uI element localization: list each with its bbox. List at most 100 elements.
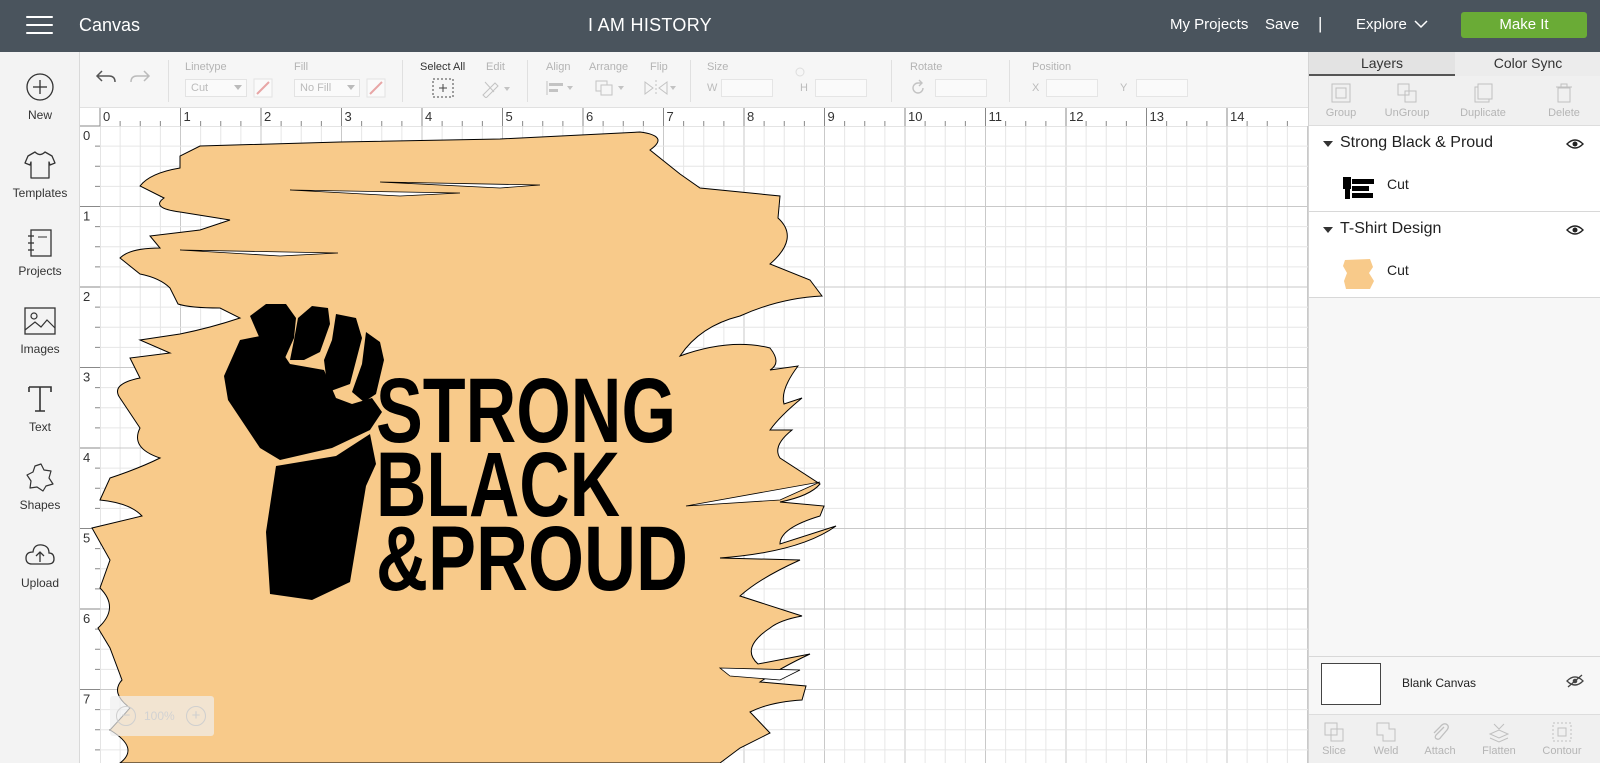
- left-sidebar: New Templates Projects Images Text Shape…: [0, 52, 80, 763]
- width-input[interactable]: [721, 79, 773, 97]
- height-input[interactable]: [815, 79, 867, 97]
- fill-value: No Fill: [300, 82, 332, 94]
- weld-icon: [1376, 722, 1396, 742]
- sidebar-item-shapes[interactable]: Shapes: [0, 462, 80, 534]
- align-icon[interactable]: [545, 79, 575, 97]
- ruler-label-h: 1: [184, 109, 191, 124]
- weld-label: Weld: [1373, 745, 1399, 757]
- zoom-control: − 100% +: [110, 696, 214, 736]
- weld-button[interactable]: Weld: [1369, 721, 1403, 757]
- ruler-label-v: 6: [83, 611, 90, 626]
- linetype-select[interactable]: Cut: [185, 79, 247, 97]
- toolbar-divider: [1009, 60, 1010, 102]
- pos-y-label: Y: [1120, 82, 1128, 94]
- project-title: I AM HISTORY: [588, 15, 712, 35]
- ruler-label-h: 12: [1069, 109, 1083, 124]
- ungroup-button[interactable]: UnGroup: [1383, 82, 1431, 119]
- make-it-button[interactable]: Make It: [1461, 12, 1587, 38]
- ruler-label-v: 1: [83, 209, 90, 224]
- sidebar-label-projects: Projects: [18, 264, 62, 278]
- group-icon: [1331, 83, 1351, 103]
- sidebar-item-images[interactable]: Images: [0, 306, 80, 378]
- app-window: Canvas I AM HISTORY My Projects Save | E…: [0, 0, 1600, 763]
- fill-select[interactable]: No Fill: [294, 79, 360, 97]
- tab-layers[interactable]: Layers: [1309, 52, 1455, 76]
- linetype-label: Linetype: [185, 61, 227, 73]
- delete-label: Delete: [1548, 107, 1580, 119]
- top-separator: |: [1318, 14, 1323, 33]
- bottom-actions: Slice Weld Attach Flatten Contour: [1309, 714, 1600, 763]
- canvas-color-swatch[interactable]: [1321, 663, 1381, 705]
- layer-thumbnail-text[interactable]: [1342, 171, 1376, 205]
- size-w-label: W: [707, 82, 718, 94]
- pos-x-label: X: [1032, 82, 1040, 94]
- y-position-input[interactable]: [1136, 79, 1188, 97]
- sidebar-item-projects[interactable]: Projects: [0, 228, 80, 300]
- layer-thumbnail-brush[interactable]: [1342, 257, 1376, 291]
- ruler-label-h: 14: [1230, 109, 1244, 124]
- notebook-icon: [28, 229, 52, 257]
- design-canvas[interactable]: 0 1 2 3 4 5 6 7 8 9 10 11 12 13 14 0 1 2 3 4 5 6 7 STRONG: [80, 108, 1308, 763]
- linetype-color-swatch-icon[interactable]: [253, 78, 273, 98]
- zoom-out-button[interactable]: −: [116, 706, 136, 726]
- flip-icon[interactable]: [643, 79, 677, 97]
- ruler-label-h: 10: [908, 109, 922, 124]
- sidebar-item-upload[interactable]: Upload: [0, 540, 80, 612]
- ruler-label-h: 4: [425, 109, 432, 124]
- ruler-label-h: 11: [989, 109, 1003, 124]
- undo-icon[interactable]: [94, 68, 118, 86]
- size-label: Size: [707, 61, 729, 73]
- sidebar-item-templates[interactable]: Templates: [0, 150, 80, 222]
- zoom-in-button[interactable]: +: [186, 706, 206, 726]
- layers-panel: Layers Color Sync Group UnGroup Duplicat…: [1308, 52, 1600, 763]
- edit-tools-icon[interactable]: [480, 78, 512, 98]
- tab-color-sync[interactable]: Color Sync: [1455, 52, 1600, 76]
- lock-aspect-icon[interactable]: [793, 66, 807, 78]
- trash-icon: [1556, 83, 1572, 103]
- ruler-label-v: 5: [83, 531, 90, 546]
- x-position-input[interactable]: [1046, 79, 1098, 97]
- chevron-down-icon[interactable]: [1414, 18, 1428, 30]
- attach-button[interactable]: Attach: [1421, 721, 1459, 757]
- sidebar-label-images: Images: [20, 342, 60, 356]
- ruler-label-h: 8: [747, 109, 754, 124]
- arrange-label: Arrange: [589, 61, 629, 73]
- layer-group-strong-black-proud[interactable]: Strong Black & Proud Cut: [1309, 126, 1600, 212]
- delete-button[interactable]: Delete: [1545, 82, 1583, 119]
- ruler-label-v: 3: [83, 370, 90, 385]
- select-all-icon[interactable]: [432, 78, 454, 98]
- collapse-caret-icon[interactable]: [1323, 141, 1333, 147]
- ruler-label-v: 4: [83, 450, 90, 465]
- eye-hidden-icon[interactable]: [1566, 674, 1584, 688]
- flatten-button[interactable]: Flatten: [1479, 721, 1519, 757]
- arrange-icon[interactable]: [594, 79, 626, 97]
- rotate-input[interactable]: [935, 79, 987, 97]
- eye-icon[interactable]: [1566, 224, 1584, 236]
- toolbar-divider: [690, 60, 691, 102]
- layer-group-name: T-Shirt Design: [1340, 220, 1442, 237]
- layer-group-tshirt-design[interactable]: T-Shirt Design Cut: [1309, 212, 1600, 298]
- my-projects-link[interactable]: My Projects: [1170, 16, 1248, 33]
- plus-circle-icon: [26, 73, 54, 101]
- explore-menu[interactable]: Explore: [1356, 16, 1407, 33]
- sidebar-item-new[interactable]: New: [0, 72, 80, 144]
- sidebar-item-text[interactable]: Text: [0, 384, 80, 456]
- redo-icon[interactable]: [128, 68, 152, 86]
- ruler-label-h: 2: [264, 109, 271, 124]
- save-link[interactable]: Save: [1265, 16, 1299, 33]
- fill-color-swatch-icon[interactable]: [366, 78, 386, 98]
- duplicate-button[interactable]: Duplicate: [1456, 82, 1510, 119]
- group-button[interactable]: Group: [1323, 82, 1359, 119]
- sidebar-label-text: Text: [28, 420, 51, 434]
- slice-icon: [1324, 722, 1344, 742]
- collapse-caret-icon[interactable]: [1323, 227, 1333, 233]
- ruler-label-h: 13: [1150, 109, 1164, 124]
- top-bar: Canvas I AM HISTORY My Projects Save | E…: [0, 0, 1600, 52]
- toolbar-divider: [527, 60, 528, 102]
- slice-button[interactable]: Slice: [1317, 721, 1351, 757]
- group-label: Group: [1325, 107, 1357, 119]
- eye-icon[interactable]: [1566, 138, 1584, 150]
- toolbar-divider: [891, 60, 892, 102]
- edit-toolbar: Linetype Cut Fill No Fill Select All Edi…: [80, 52, 1308, 108]
- contour-button[interactable]: Contour: [1539, 721, 1585, 757]
